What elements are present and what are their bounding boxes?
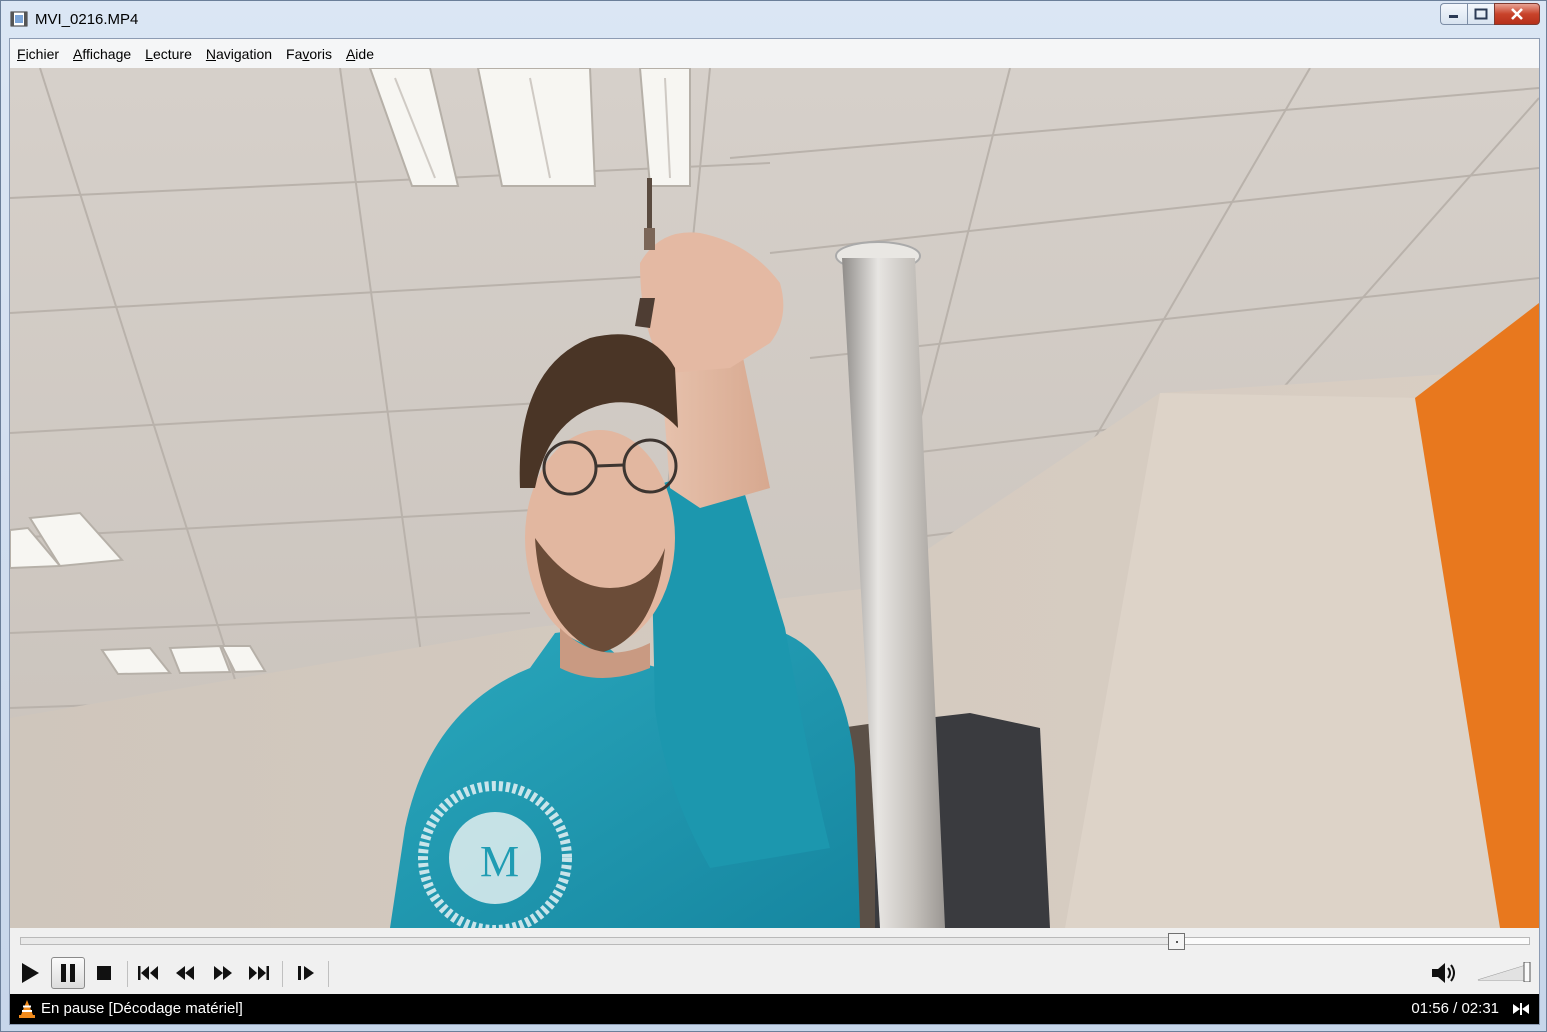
faster-button[interactable] (206, 957, 240, 989)
close-button[interactable] (1494, 3, 1540, 25)
separator (328, 961, 329, 987)
stop-button[interactable] (87, 957, 121, 989)
vlc-cone-icon (19, 1000, 35, 1018)
mute-button[interactable] (1428, 957, 1460, 989)
seek-handle[interactable] (1168, 933, 1186, 950)
play-button[interactable] (13, 957, 47, 989)
status-bar: En pause [Décodage matériel] 01:56 / 02:… (10, 994, 1539, 1024)
menu-aide[interactable]: Aide (346, 44, 374, 64)
video-frame[interactable]: M (10, 68, 1539, 928)
fast-forward-icon (214, 966, 232, 980)
seek-progress (21, 938, 1177, 944)
status-text: En pause [Décodage matériel] (41, 1000, 243, 1017)
maximize-button[interactable] (1467, 3, 1494, 25)
media-file-icon (10, 11, 28, 27)
app-window: MVI_0216.MP4 Fichier Affichage Lecture N… (0, 0, 1547, 1032)
playback-time[interactable]: 01:56 / 02:31 (1411, 1000, 1499, 1017)
client-area: Fichier Affichage Lecture Navigation Fav… (9, 38, 1540, 1025)
hardware-decode-icon (1513, 1003, 1529, 1015)
minimize-button[interactable] (1440, 3, 1467, 25)
player-controls (10, 928, 1539, 994)
separator (282, 961, 283, 987)
pause-icon (61, 964, 75, 982)
next-button[interactable] (242, 957, 276, 989)
skip-back-icon (138, 966, 158, 980)
close-icon (1511, 8, 1523, 20)
seek-bar[interactable] (20, 933, 1530, 950)
volume-ramp (1477, 961, 1531, 983)
video-image: M (10, 68, 1539, 928)
window-controls (1440, 3, 1540, 27)
pause-button[interactable] (51, 957, 85, 989)
menu-favoris[interactable]: Favoris (286, 44, 332, 64)
slower-button[interactable] (168, 957, 202, 989)
separator (127, 961, 128, 987)
menu-navigation[interactable]: Navigation (206, 44, 272, 64)
speaker-icon (1432, 963, 1455, 983)
menu-lecture[interactable]: Lecture (145, 44, 192, 64)
rewind-icon (176, 966, 194, 980)
volume-slider[interactable] (1476, 961, 1532, 983)
previous-button[interactable] (131, 957, 165, 989)
frame-step-button[interactable] (289, 957, 323, 989)
menu-bar: Fichier Affichage Lecture Navigation Fav… (10, 39, 1539, 68)
menu-affichage[interactable]: Affichage (73, 44, 131, 64)
minimize-icon (1449, 15, 1458, 18)
maximize-icon (1474, 8, 1488, 20)
menu-fichier[interactable]: Fichier (17, 44, 59, 64)
window-title: MVI_0216.MP4 (35, 11, 139, 28)
title-bar[interactable]: MVI_0216.MP4 (1, 1, 1546, 37)
play-icon (22, 963, 39, 983)
stop-icon (97, 966, 111, 980)
frame-step-icon (298, 966, 314, 980)
skip-forward-icon (249, 966, 269, 980)
svg-text:M: M (480, 837, 519, 886)
